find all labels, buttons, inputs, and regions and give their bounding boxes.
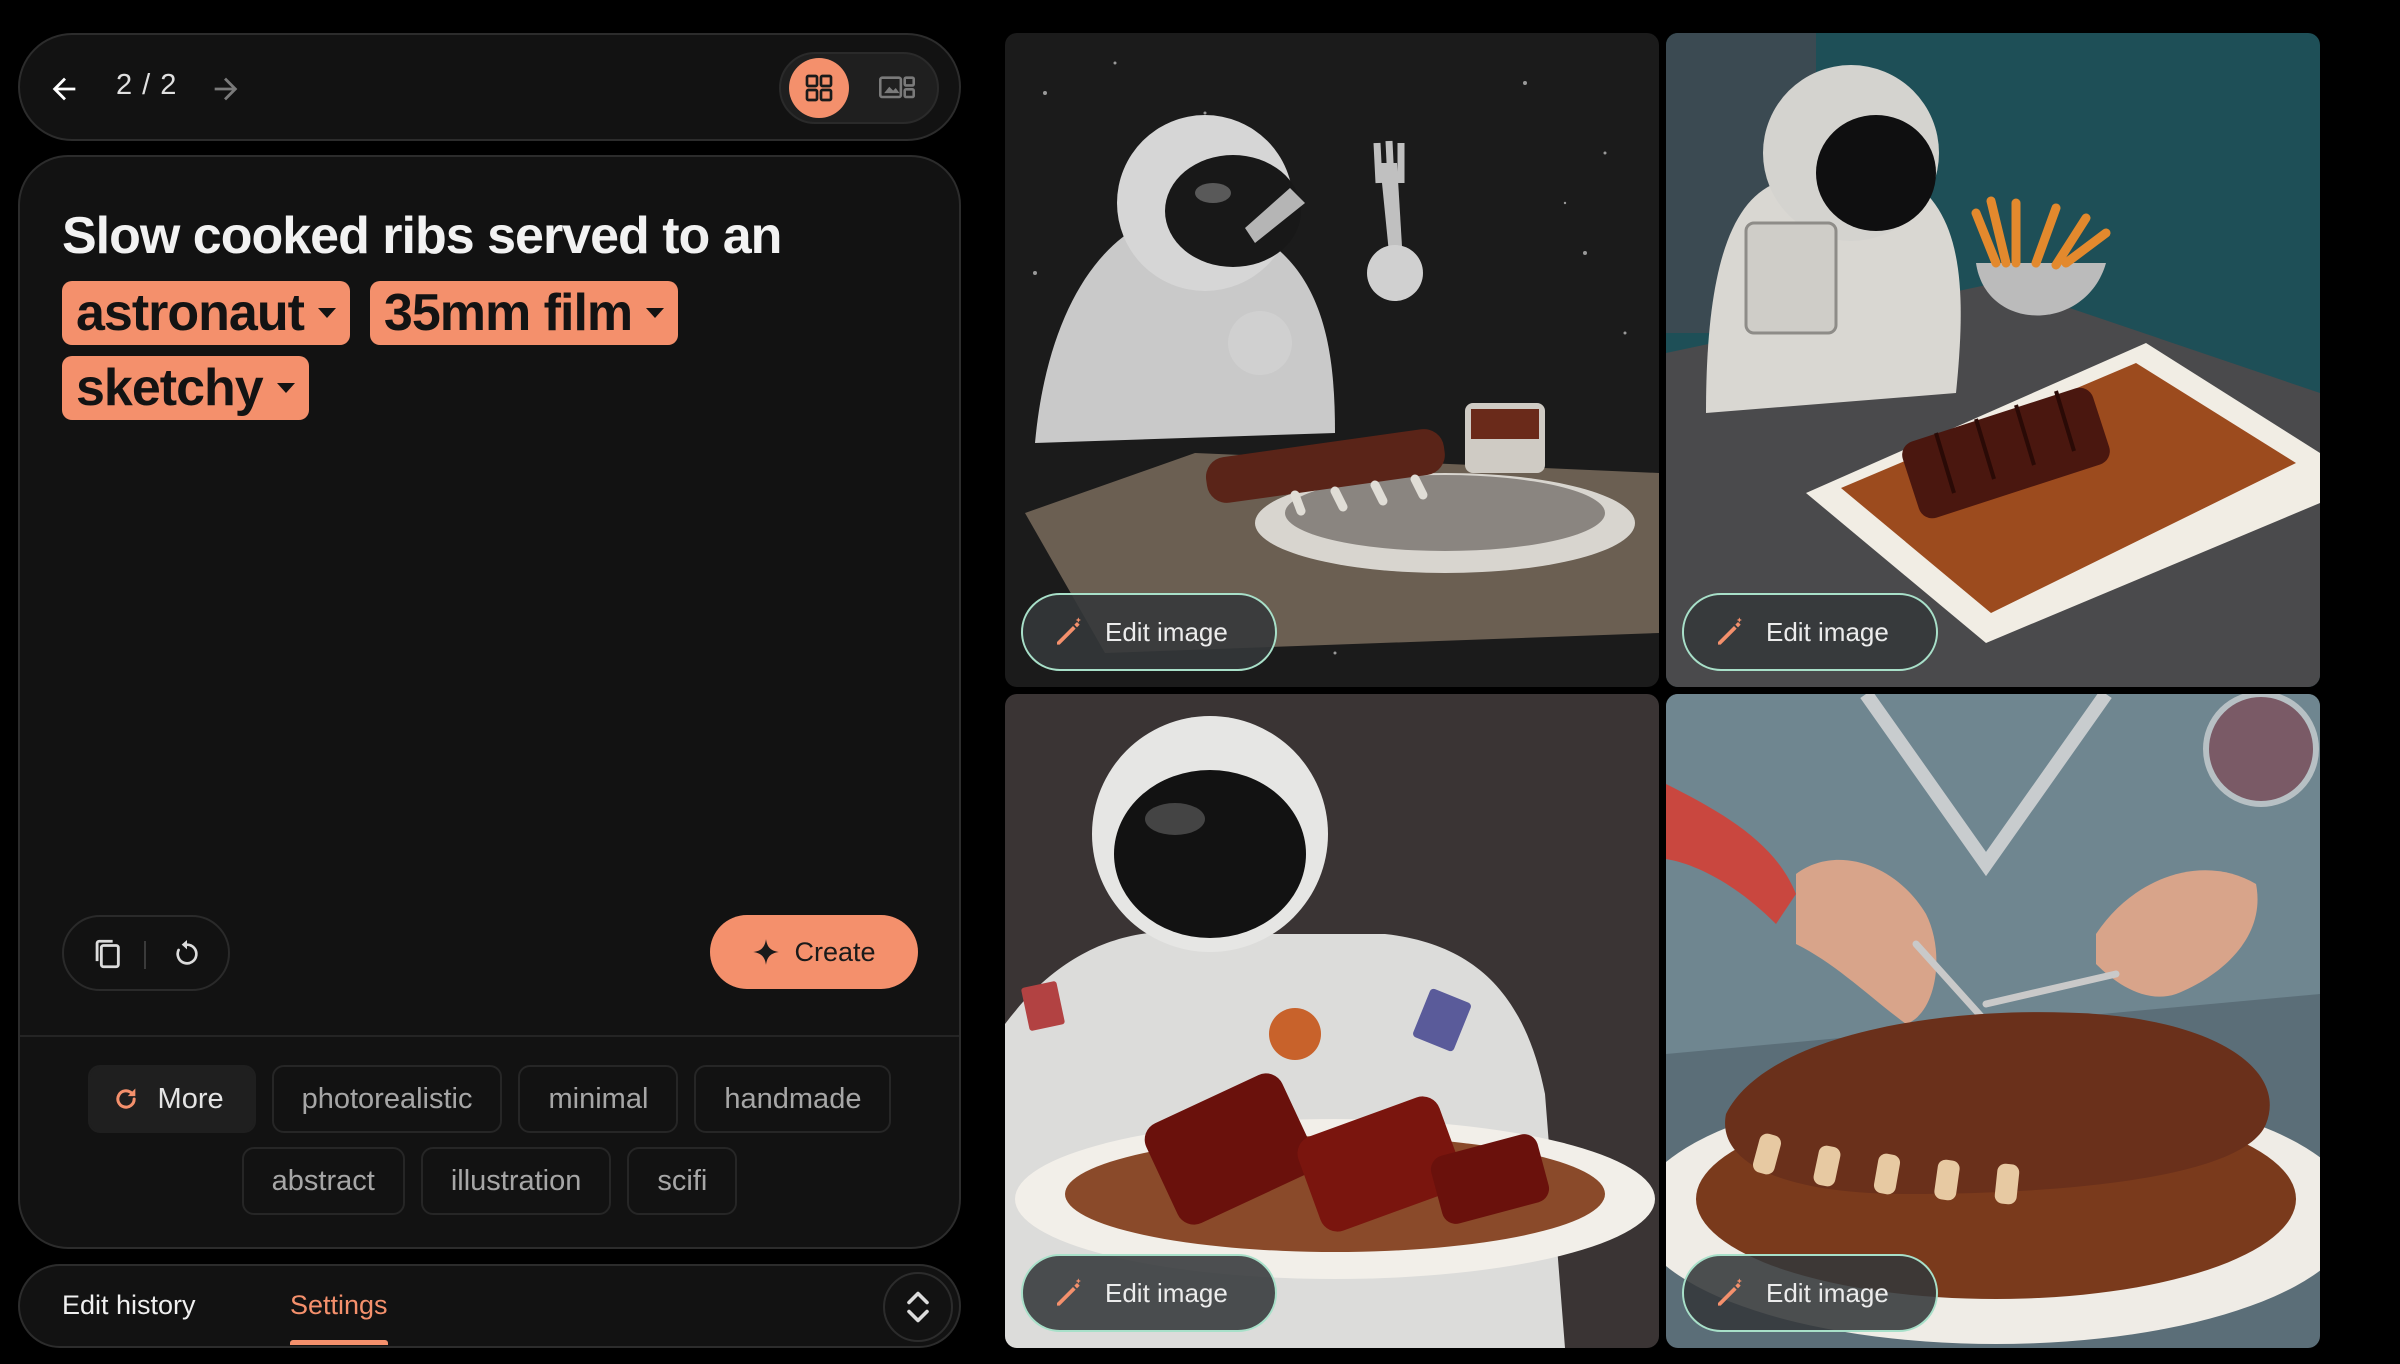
create-button-label: Create <box>794 936 876 967</box>
reset-icon <box>176 940 198 965</box>
suggestion-chip[interactable]: photorealistic <box>271 1065 503 1133</box>
generated-image-3[interactable]: Edit image <box>1005 694 1659 1348</box>
tab-settings[interactable]: Settings <box>290 1290 388 1321</box>
chip-label: astronaut <box>76 284 305 343</box>
magic-edit-icon <box>1718 1278 1742 1306</box>
prompt-chip-35mm-film[interactable]: 35mm film <box>369 281 679 346</box>
back-button[interactable] <box>36 61 92 117</box>
refresh-icon <box>115 1088 136 1109</box>
astronaut-holding-ribs-image <box>1005 694 1659 1348</box>
magic-edit-icon <box>1057 1278 1081 1306</box>
chip-label: sketchy <box>76 358 264 417</box>
edit-image-label: Edit image <box>1105 1277 1228 1308</box>
prompt-chip-astronaut[interactable]: astronaut <box>62 281 350 346</box>
view-toggle <box>779 52 939 124</box>
section-divider <box>20 1035 959 1037</box>
prompt-tools <box>62 915 230 991</box>
edit-image-label: Edit image <box>1766 1277 1889 1308</box>
more-suggestions-button[interactable]: More <box>87 1065 256 1133</box>
chip-label: 35mm film <box>383 284 633 343</box>
single-view-button[interactable] <box>867 58 927 118</box>
arrow-right-icon <box>214 77 238 101</box>
suggestion-chip[interactable]: scifi <box>627 1147 738 1215</box>
suggestion-chip[interactable]: handmade <box>694 1065 892 1133</box>
astronaut-ribs-sketch-image <box>1005 33 1659 687</box>
prompt-chip-row: astronaut 35mm film <box>62 275 922 346</box>
generated-image-2[interactable]: Edit image <box>1666 33 2320 687</box>
arrow-left-icon <box>52 77 76 101</box>
prompt-editor-panel: Slow cooked ribs served to an astronaut 3… <box>18 155 961 1249</box>
sparkle-icon <box>753 939 780 965</box>
dropdown-caret-icon <box>317 308 336 319</box>
suggestion-chip[interactable]: abstract <box>241 1147 405 1215</box>
prompt-text[interactable]: Slow cooked ribs served to an astronaut 3… <box>62 201 922 420</box>
prompt-chip-sketchy[interactable]: sketchy <box>62 355 309 420</box>
hands-cutting-ribs-image <box>1666 694 2320 1348</box>
edit-image-button[interactable]: Edit image <box>1682 1254 1938 1332</box>
reset-prompt-button[interactable] <box>162 929 212 979</box>
suggestion-chip[interactable]: illustration <box>420 1147 612 1215</box>
edit-image-label: Edit image <box>1105 616 1228 647</box>
grid-view-button[interactable] <box>789 58 849 118</box>
tools-divider <box>144 941 146 969</box>
copy-icon <box>95 939 120 969</box>
prompt-chip-row: sketchy <box>62 349 922 420</box>
unfold-icon <box>907 1291 929 1323</box>
prompt-base-text: Slow cooked ribs served to an <box>62 207 782 265</box>
dropdown-caret-icon <box>646 308 665 319</box>
style-suggestions: More photorealistic minimal handmade abs… <box>20 1065 959 1229</box>
edit-image-button[interactable]: Edit image <box>1682 593 1938 671</box>
expand-panel-button[interactable] <box>883 1272 953 1342</box>
single-image-view-icon <box>879 76 915 99</box>
page-counter: 2 / 2 <box>116 69 178 101</box>
magic-edit-icon <box>1718 617 1742 645</box>
suggestion-row: More photorealistic minimal handmade <box>20 1065 959 1133</box>
forward-button[interactable] <box>198 61 254 117</box>
top-navigation-bar: 2 / 2 <box>18 33 961 141</box>
copy-prompt-button[interactable] <box>82 929 132 979</box>
grid-icon <box>805 74 833 102</box>
tab-edit-history[interactable]: Edit history <box>62 1290 196 1321</box>
magic-edit-icon <box>1057 617 1081 645</box>
suggestion-chip[interactable]: minimal <box>518 1065 679 1133</box>
active-tab-indicator <box>290 1340 388 1345</box>
dropdown-caret-icon <box>276 382 295 393</box>
more-label: More <box>157 1082 224 1115</box>
edit-image-label: Edit image <box>1766 616 1889 647</box>
generated-image-1[interactable]: Edit image <box>1005 33 1659 687</box>
create-button[interactable]: Create <box>710 915 918 989</box>
generated-image-4[interactable]: Edit image <box>1666 694 2320 1348</box>
suggestion-row: abstract illustration scifi <box>20 1147 959 1215</box>
astronaut-fries-ribs-image <box>1666 33 2320 687</box>
bottom-tab-bar: Edit history Settings <box>18 1264 961 1348</box>
edit-image-button[interactable]: Edit image <box>1021 593 1277 671</box>
edit-image-button[interactable]: Edit image <box>1021 1254 1277 1332</box>
